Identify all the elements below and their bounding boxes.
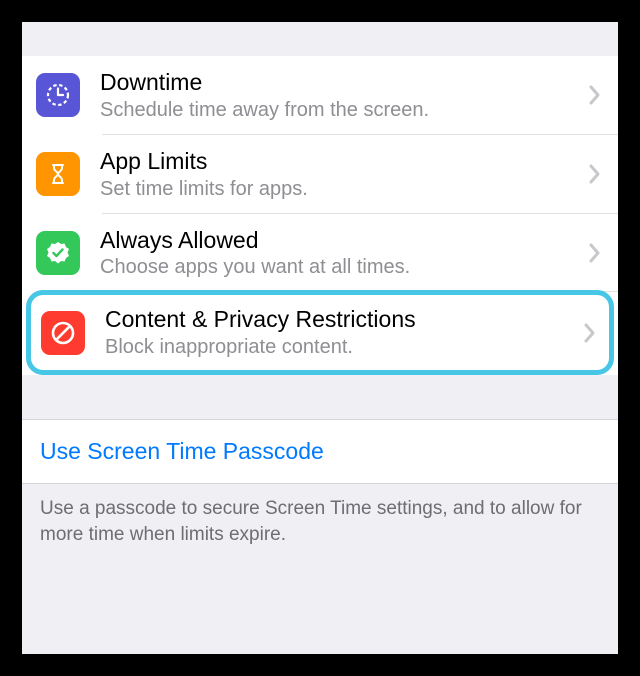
chevron-right-icon xyxy=(588,84,602,106)
highlighted-row: Content & Privacy Restrictions Block ina… xyxy=(26,290,614,375)
downtime-icon xyxy=(36,73,80,117)
chevron-right-icon xyxy=(588,163,602,185)
settings-screen: Downtime Schedule time away from the scr… xyxy=(22,22,618,654)
passcode-section: Use Screen Time Passcode xyxy=(22,419,618,484)
row-title: Content & Privacy Restrictions xyxy=(105,305,575,334)
row-always-allowed[interactable]: Always Allowed Choose apps you want at a… xyxy=(22,214,618,293)
hourglass-icon xyxy=(36,152,80,196)
row-text: Downtime Schedule time away from the scr… xyxy=(100,68,580,123)
row-text: App Limits Set time limits for apps. xyxy=(100,147,580,202)
chevron-right-icon xyxy=(583,322,597,344)
row-subtitle: Set time limits for apps. xyxy=(100,176,580,202)
screen-time-section: Downtime Schedule time away from the scr… xyxy=(22,56,618,375)
link-label: Use Screen Time Passcode xyxy=(40,438,324,464)
chevron-right-icon xyxy=(588,242,602,264)
row-title: App Limits xyxy=(100,147,580,176)
row-subtitle: Schedule time away from the screen. xyxy=(100,97,580,123)
use-passcode-button[interactable]: Use Screen Time Passcode xyxy=(22,420,618,483)
row-downtime[interactable]: Downtime Schedule time away from the scr… xyxy=(22,56,618,135)
row-subtitle: Block inappropriate content. xyxy=(105,334,575,360)
row-text: Content & Privacy Restrictions Block ina… xyxy=(105,305,575,360)
no-sign-icon xyxy=(41,311,85,355)
checkmark-seal-icon xyxy=(36,231,80,275)
row-title: Downtime xyxy=(100,68,580,97)
row-subtitle: Choose apps you want at all times. xyxy=(100,254,580,280)
section-footer: Use a passcode to secure Screen Time set… xyxy=(22,484,618,547)
row-title: Always Allowed xyxy=(100,226,580,255)
row-content-privacy[interactable]: Content & Privacy Restrictions Block ina… xyxy=(31,295,609,370)
row-text: Always Allowed Choose apps you want at a… xyxy=(100,226,580,281)
row-app-limits[interactable]: App Limits Set time limits for apps. xyxy=(22,135,618,214)
